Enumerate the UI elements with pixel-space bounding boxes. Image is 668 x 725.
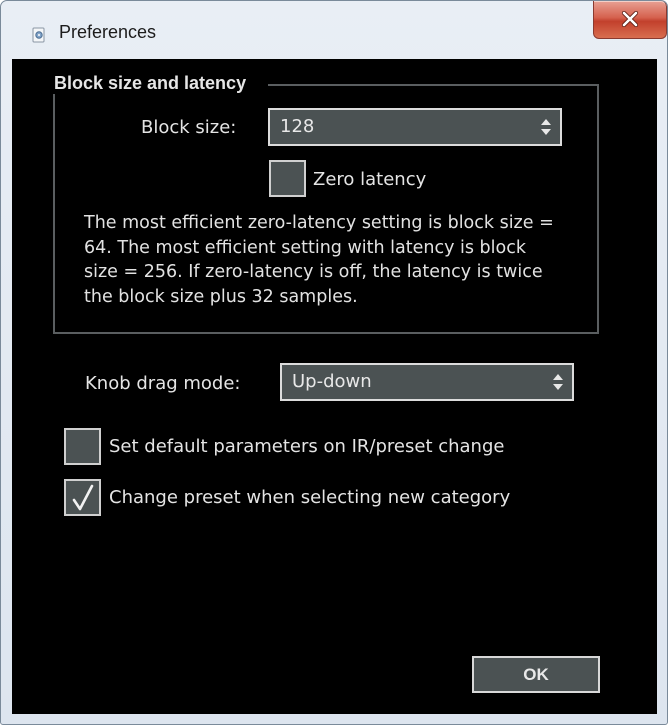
window-title: Preferences [59,22,157,42]
preferences-window: Preferences Block size and latency Block… [0,0,668,725]
zero-latency-checkbox[interactable] [269,160,306,197]
block-size-value: 128 [280,116,315,137]
default-params-label: Set default parameters on IR/preset chan… [109,436,505,457]
app-icon [31,27,47,43]
dialog-content: Block size and latency Block size: 128 Z… [12,59,657,714]
title-bar[interactable]: Preferences [1,1,667,61]
knob-drag-mode-label: Knob drag mode: [85,373,241,394]
zero-latency-label: Zero latency [313,169,427,190]
block-size-label: Block size: [141,117,237,138]
knob-drag-mode-value: Up-down [292,371,372,392]
close-button[interactable] [593,1,667,39]
change-preset-label: Change preset when selecting new categor… [109,487,511,508]
group-legend: Block size and latency [43,72,269,94]
knob-drag-mode-select[interactable]: Up-down [280,363,574,401]
ok-button[interactable]: OK [472,656,600,693]
latency-info-text: The most efficient zero-latency setting … [84,213,554,307]
change-preset-checkbox[interactable] [64,479,101,516]
checkmark-icon [72,484,94,511]
spinner-arrows-icon [540,118,552,141]
spinner-arrows-icon [552,373,564,396]
block-size-select[interactable]: 128 [268,108,562,146]
default-params-checkbox[interactable] [64,428,101,465]
